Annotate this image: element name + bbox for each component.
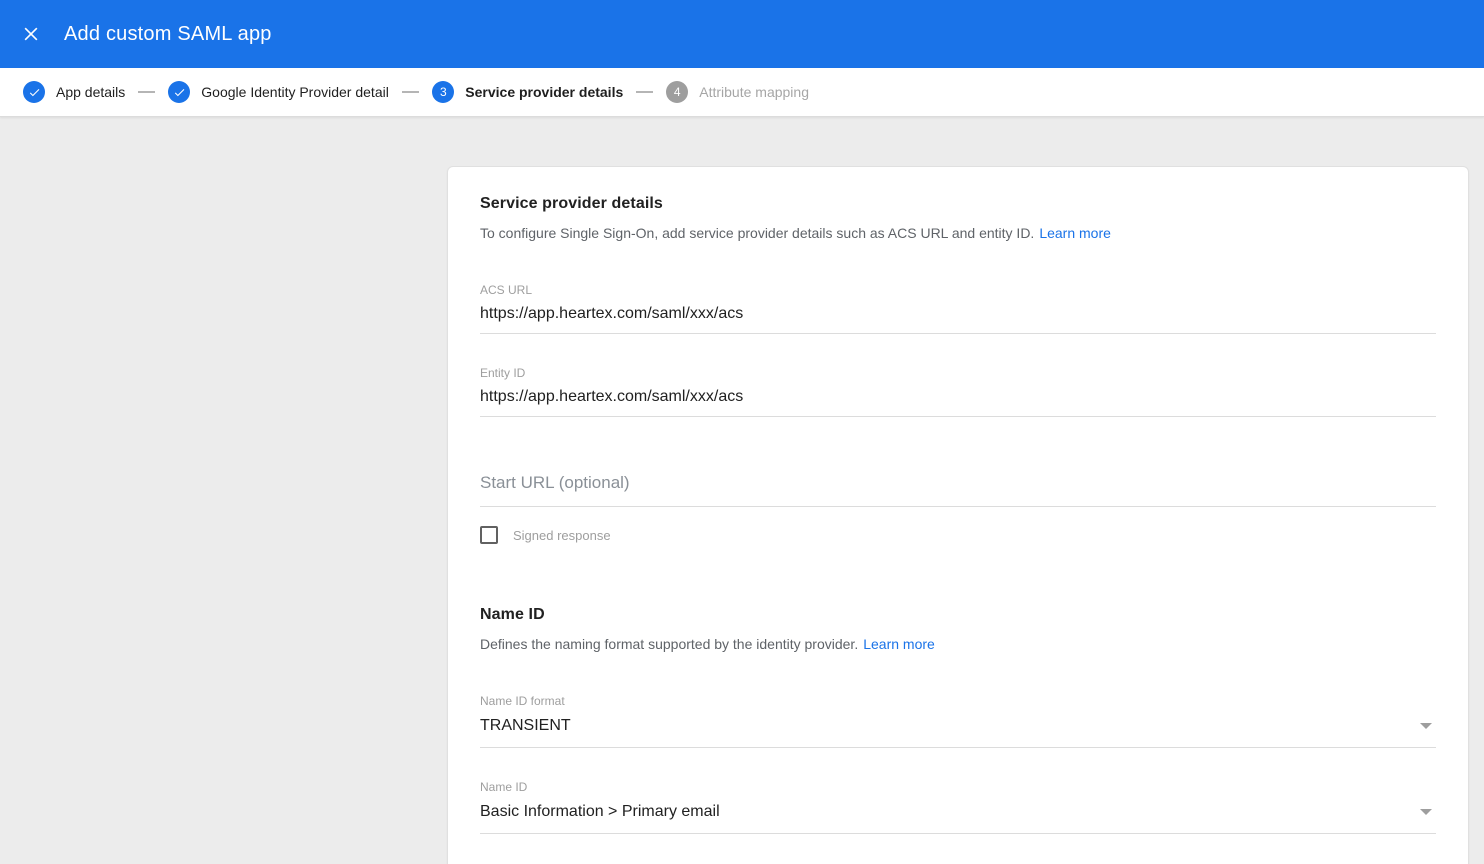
step-connector bbox=[402, 91, 419, 93]
step-circle-completed bbox=[168, 81, 190, 103]
entity-id-field: Entity ID bbox=[480, 366, 1436, 417]
step-google-idp-details[interactable]: Google Identity Provider details bbox=[168, 81, 389, 103]
step-circle-completed bbox=[23, 81, 45, 103]
acs-url-field: ACS URL bbox=[480, 283, 1436, 334]
section-title-name-id: Name ID bbox=[480, 606, 1436, 624]
section-title-service-provider: Service provider details bbox=[480, 195, 1436, 213]
chevron-down-icon bbox=[1420, 809, 1432, 815]
section-description: Defines the naming format supported by t… bbox=[480, 635, 1436, 654]
close-button[interactable] bbox=[18, 21, 44, 47]
section-description: To configure Single Sign-On, add service… bbox=[480, 224, 1436, 243]
acs-url-label: ACS URL bbox=[480, 283, 1436, 297]
step-label: Google Identity Provider details bbox=[201, 84, 389, 100]
signed-response-row: Signed response bbox=[480, 526, 1436, 544]
stepper: App details Google Identity Provider det… bbox=[0, 68, 1484, 117]
start-url-field bbox=[480, 473, 1436, 507]
learn-more-link[interactable]: Learn more bbox=[1039, 225, 1111, 241]
signed-response-checkbox[interactable] bbox=[480, 526, 498, 544]
acs-url-input[interactable] bbox=[480, 297, 1436, 334]
name-id-format-label: Name ID format bbox=[480, 694, 1436, 708]
start-url-input[interactable] bbox=[480, 473, 1436, 507]
close-icon bbox=[21, 24, 41, 44]
name-id-select[interactable]: Name ID Basic Information > Primary emai… bbox=[480, 780, 1436, 834]
entity-id-input[interactable] bbox=[480, 380, 1436, 417]
name-id-label: Name ID bbox=[480, 780, 1436, 794]
step-service-provider-details[interactable]: 3 Service provider details bbox=[432, 81, 623, 103]
select-row: TRANSIENT bbox=[480, 708, 1436, 748]
description-text: To configure Single Sign-On, add service… bbox=[480, 225, 1034, 241]
name-id-format-select[interactable]: Name ID format TRANSIENT bbox=[480, 694, 1436, 748]
step-circle-upcoming: 4 bbox=[666, 81, 688, 103]
step-number: 3 bbox=[440, 85, 447, 99]
step-label: Service provider details bbox=[465, 84, 623, 100]
step-attribute-mapping[interactable]: 4 Attribute mapping bbox=[666, 81, 809, 103]
learn-more-link[interactable]: Learn more bbox=[863, 636, 935, 652]
dialog-title: Add custom SAML app bbox=[64, 23, 272, 46]
name-id-format-value: TRANSIENT bbox=[480, 717, 571, 735]
select-row: Basic Information > Primary email bbox=[480, 794, 1436, 834]
dialog-header: Add custom SAML app bbox=[0, 0, 1484, 68]
step-app-details[interactable]: App details bbox=[23, 81, 125, 103]
step-circle-active: 3 bbox=[432, 81, 454, 103]
chevron-down-icon bbox=[1420, 723, 1432, 729]
signed-response-label: Signed response bbox=[513, 528, 611, 543]
page-content: Service provider details To configure Si… bbox=[0, 166, 1484, 864]
entity-id-label: Entity ID bbox=[480, 366, 1436, 380]
step-label: App details bbox=[56, 84, 125, 100]
name-id-section: Name ID Defines the naming format suppor… bbox=[480, 606, 1436, 834]
step-connector bbox=[138, 91, 155, 93]
step-connector bbox=[636, 91, 653, 93]
check-icon bbox=[173, 86, 186, 99]
check-icon bbox=[28, 86, 41, 99]
service-provider-card: Service provider details To configure Si… bbox=[447, 166, 1469, 864]
step-label: Attribute mapping bbox=[699, 84, 809, 100]
description-text: Defines the naming format supported by t… bbox=[480, 636, 858, 652]
name-id-value: Basic Information > Primary email bbox=[480, 803, 720, 821]
step-number: 4 bbox=[674, 85, 681, 99]
